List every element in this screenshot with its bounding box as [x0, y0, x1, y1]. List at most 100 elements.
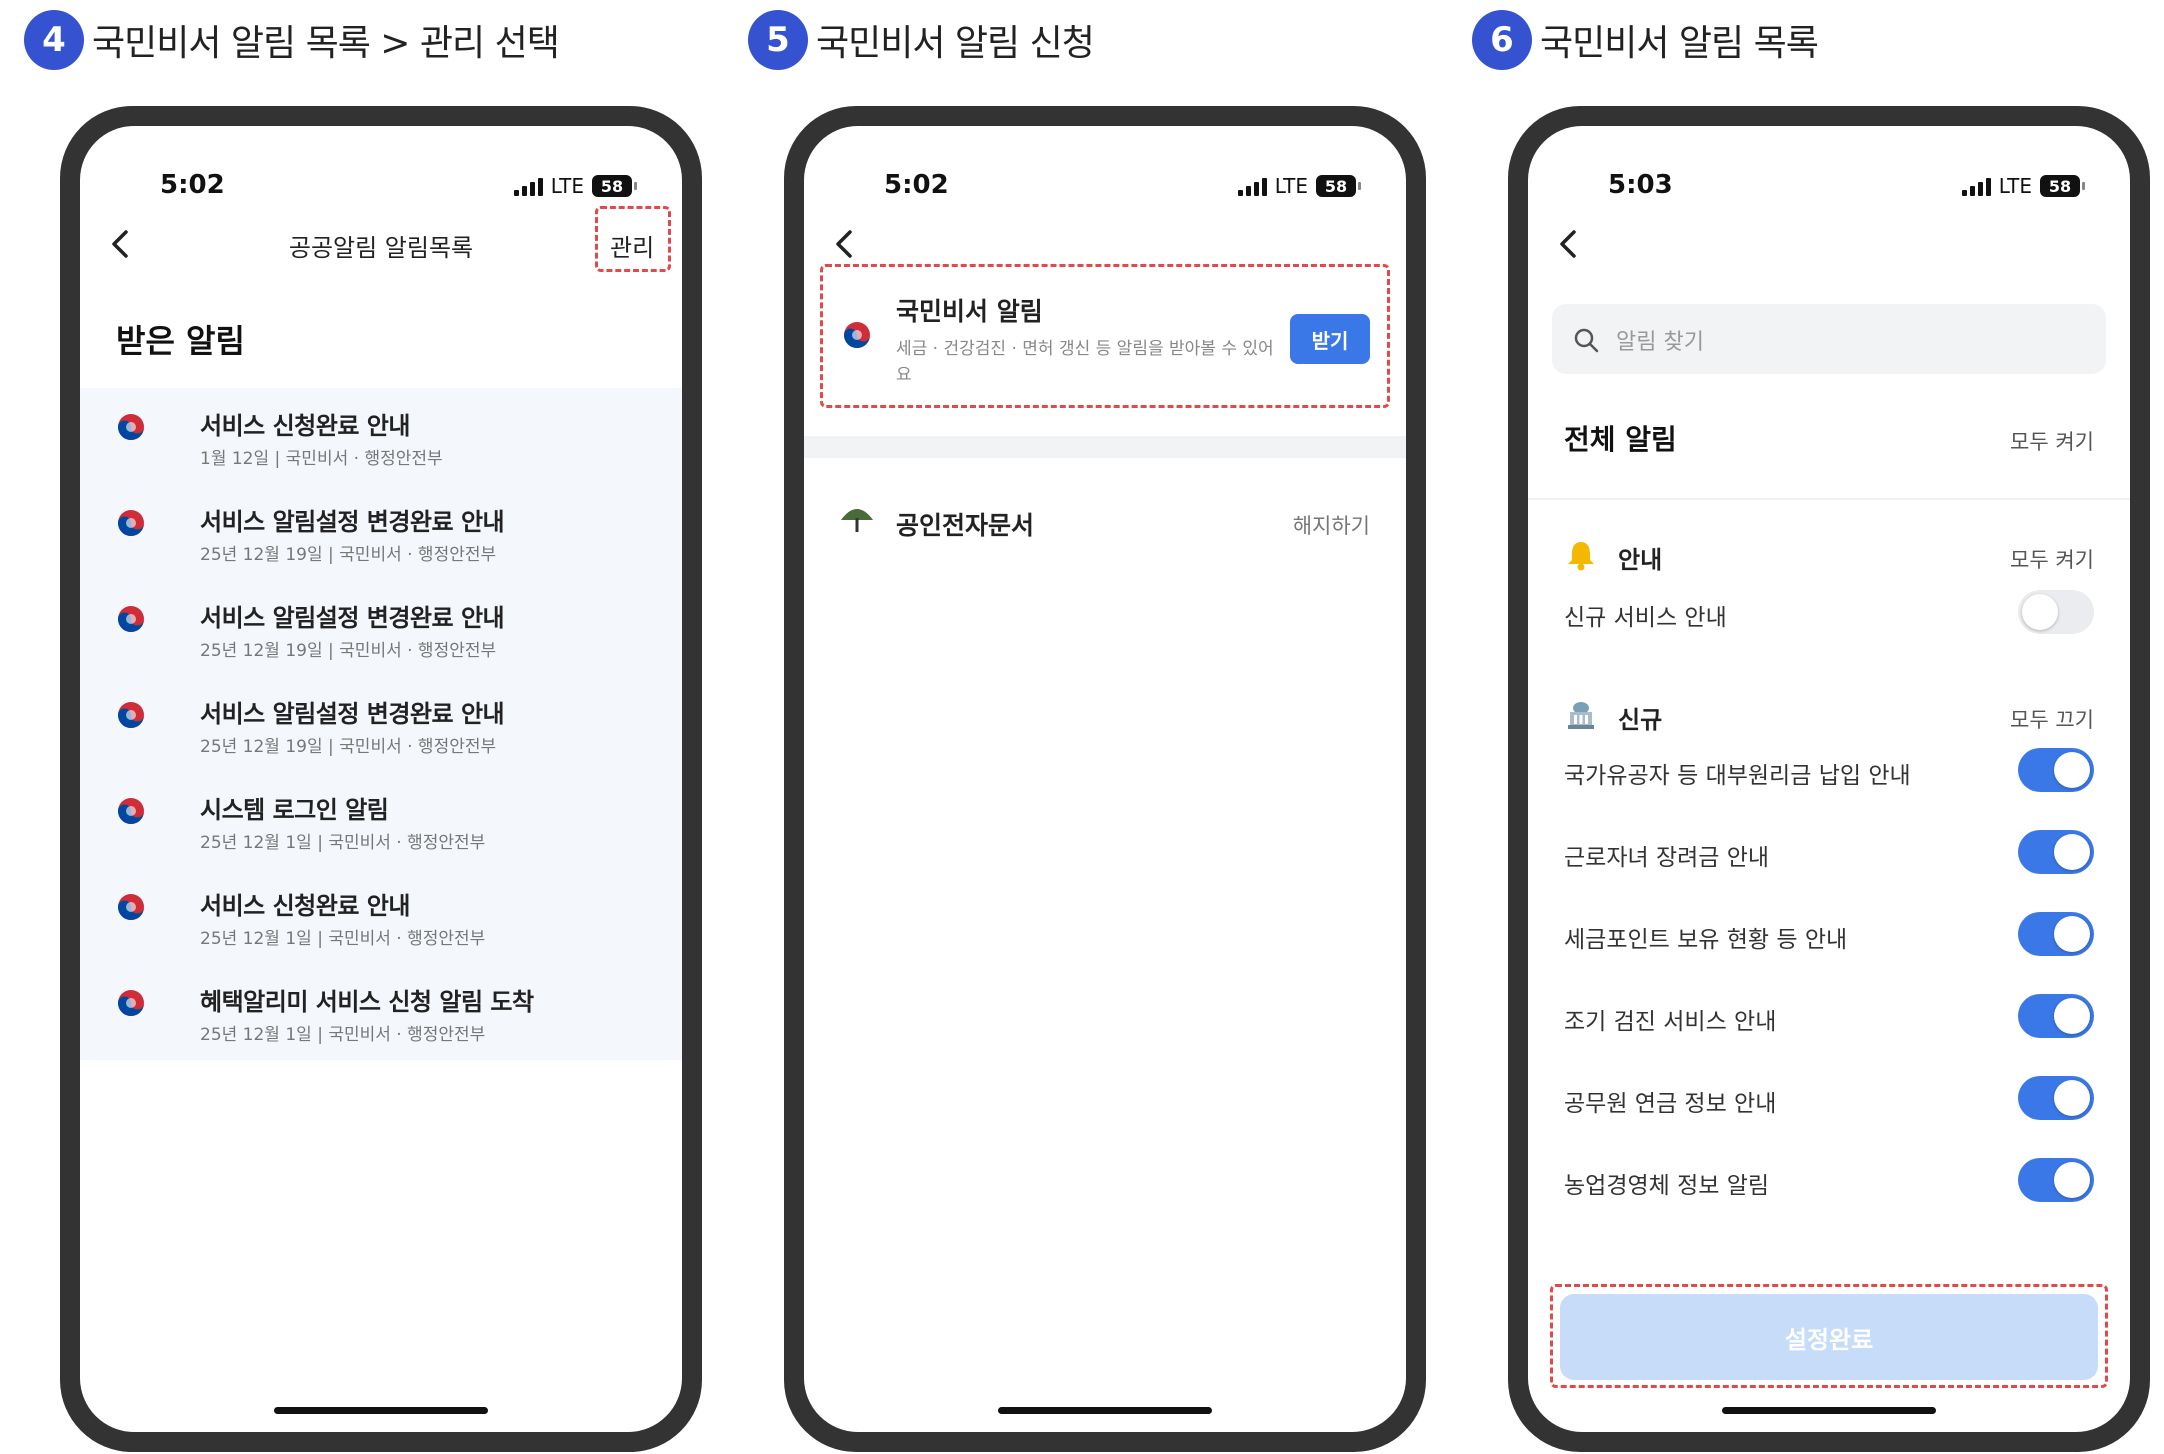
network-label: LTE: [550, 174, 584, 198]
taegeuk-icon: [118, 894, 144, 920]
list-item[interactable]: 서비스 신청완료 안내 25년 12월 1일 | 국민비서 · 행정안전부: [80, 868, 682, 964]
taegeuk-icon: [118, 606, 144, 632]
status-time: 5:02: [160, 170, 225, 200]
setting-toggle[interactable]: [2018, 1076, 2094, 1120]
setting-label: 근로자녀 장려금 안내: [1564, 845, 1770, 871]
phone-screen: 5:02 LTE 58 국민비서 알림 세금 · 건강검진 · 면허 갱신 등 …: [804, 126, 1406, 1432]
notification-meta: 25년 12월 1일 | 국민비서 · 행정안전부: [200, 833, 486, 853]
status-bar: 5:02 LTE 58: [804, 170, 1406, 206]
confirm-button[interactable]: 설정완료: [1560, 1294, 2098, 1380]
notification-meta: 25년 12월 19일 | 국민비서 · 행정안전부: [200, 737, 497, 757]
step-header-6: 6 국민비서 알림 목록: [1472, 8, 1819, 72]
search-icon: [1574, 328, 1599, 353]
setting-label: 세금포인트 보유 현황 등 안내: [1564, 927, 1848, 953]
home-indicator: [274, 1407, 488, 1414]
notification-title: 서비스 알림설정 변경완료 안내: [200, 604, 505, 632]
phone-frame-1: 5:02 LTE 58 공공알림 알림목록 관리 받은 알림 서비스 신청완료 …: [60, 106, 702, 1452]
notification-meta: 25년 12월 19일 | 국민비서 · 행정안전부: [200, 641, 497, 661]
search-input[interactable]: 알림 찾기: [1552, 304, 2106, 374]
signal-icon: [1237, 176, 1267, 196]
setting-toggle[interactable]: [2018, 590, 2094, 634]
receive-button[interactable]: 받기: [1290, 314, 1370, 364]
step-title: 국민비서 알림 목록 > 관리 선택: [92, 23, 560, 64]
home-indicator: [1722, 1407, 1936, 1414]
signal-icon: [513, 176, 543, 196]
setting-label: 신규 서비스 안내: [1564, 605, 1727, 631]
step-badge: 6: [1472, 10, 1532, 70]
notification-title: 서비스 신청완료 안내: [200, 412, 410, 440]
step-title: 국민비서 알림 신청: [816, 23, 1095, 64]
taegeuk-icon: [118, 702, 144, 728]
step-title: 국민비서 알림 목록: [1540, 23, 1819, 64]
setting-toggle[interactable]: [2018, 912, 2094, 956]
notification-title: 혜택알리미 서비스 신청 알림 도착: [200, 988, 534, 1016]
status-time: 5:02: [884, 170, 949, 200]
setting-toggle[interactable]: [2018, 1158, 2094, 1202]
setting-label: 농업경영체 정보 알림: [1564, 1173, 1770, 1199]
status-bar: 5:03 LTE 58: [1528, 170, 2130, 206]
step-header-5: 5 국민비서 알림 신청: [748, 8, 1095, 72]
network-label: LTE: [1998, 174, 2032, 198]
notification-title: 서비스 신청완료 안내: [200, 892, 410, 920]
phone-frame-3: 5:03 LTE 58 알림 찾기 전체 알림 모두 켜기 안내 모두 켜기 신…: [1508, 106, 2150, 1452]
back-chevron-icon[interactable]: [824, 224, 864, 264]
taegeuk-icon: [118, 414, 144, 440]
notification-title: 시스템 로그인 알림: [200, 796, 389, 824]
setting-label: 조기 검진 서비스 안내: [1564, 1009, 1777, 1035]
list-item[interactable]: 서비스 신청완료 안내 1월 12일 | 국민비서 · 행정안전부: [80, 388, 682, 484]
battery-icon: 58: [2040, 175, 2085, 197]
notification-list: 서비스 신청완료 안내 1월 12일 | 국민비서 · 행정안전부 서비스 알림…: [80, 388, 682, 1060]
group-title: 신규: [1618, 706, 1663, 734]
status-bar: 5:02 LTE 58: [80, 170, 682, 206]
setting-label: 국가유공자 등 대부원리금 납입 안내: [1564, 763, 1911, 789]
step-badge: 4: [24, 10, 84, 70]
group-toggle-all[interactable]: 모두 끄기: [2010, 704, 2094, 734]
network-label: LTE: [1274, 174, 1308, 198]
back-chevron-icon[interactable]: [1548, 224, 1588, 264]
home-indicator: [998, 1407, 1212, 1414]
divider: [1528, 498, 2130, 500]
list-item[interactable]: 서비스 알림설정 변경완료 안내 25년 12월 19일 | 국민비서 · 행정…: [80, 676, 682, 772]
phone-screen: 5:03 LTE 58 알림 찾기 전체 알림 모두 켜기 안내 모두 켜기 신…: [1528, 126, 2130, 1432]
setting-toggle[interactable]: [2018, 994, 2094, 1038]
umbrella-icon: [841, 509, 873, 532]
status-indicators: LTE 58: [1961, 174, 2085, 198]
service-description: 세금 · 건강검진 · 면허 갱신 등 알림을 받아볼 수 있어요: [896, 339, 1274, 385]
setting-label: 공무원 연금 정보 안내: [1564, 1091, 1777, 1117]
manage-button[interactable]: 관리: [610, 228, 654, 263]
taegeuk-icon: [118, 990, 144, 1016]
setting-toggle[interactable]: [2018, 748, 2094, 792]
nav-title: 공공알림 알림목록: [288, 234, 474, 262]
list-item[interactable]: 혜택알리미 서비스 신청 알림 도착 25년 12월 1일 | 국민비서 · 행…: [80, 964, 682, 1060]
notification-title: 서비스 알림설정 변경완료 안내: [200, 508, 505, 536]
notification-title: 서비스 알림설정 변경완료 안내: [200, 700, 505, 728]
government-building-icon: [1568, 702, 1594, 729]
search-placeholder: 알림 찾기: [1616, 330, 1704, 355]
setting-toggle[interactable]: [2018, 830, 2094, 874]
status-time: 5:03: [1608, 170, 1673, 200]
section-divider: [804, 436, 1406, 458]
phone-screen: 5:02 LTE 58 공공알림 알림목록 관리 받은 알림 서비스 신청완료 …: [80, 126, 682, 1432]
signal-icon: [1961, 176, 1991, 196]
taegeuk-icon: [844, 322, 870, 348]
step-badge: 5: [748, 10, 808, 70]
list-item[interactable]: 서비스 알림설정 변경완료 안내 25년 12월 19일 | 국민비서 · 행정…: [80, 580, 682, 676]
status-indicators: LTE 58: [513, 174, 637, 198]
cert-title: 공인전자문서: [896, 511, 1035, 540]
service-title: 국민비서 알림: [896, 297, 1043, 326]
list-item[interactable]: 시스템 로그인 알림 25년 12월 1일 | 국민비서 · 행정안전부: [80, 772, 682, 868]
group-toggle-all[interactable]: 모두 켜기: [2010, 544, 2094, 574]
status-indicators: LTE 58: [1237, 174, 1361, 198]
all-on-button[interactable]: 모두 켜기: [2010, 426, 2094, 456]
group-title: 안내: [1618, 546, 1663, 574]
notification-meta: 25년 12월 1일 | 국민비서 · 행정안전부: [200, 1025, 486, 1045]
notification-meta: 1월 12일 | 국민비서 · 행정안전부: [200, 449, 443, 469]
service-info: 국민비서 알림 세금 · 건강검진 · 면허 갱신 등 알림을 받아볼 수 있어…: [896, 292, 1276, 388]
taegeuk-icon: [118, 798, 144, 824]
notification-meta: 25년 12월 1일 | 국민비서 · 행정안전부: [200, 929, 486, 949]
phone-frame-2: 5:02 LTE 58 국민비서 알림 세금 · 건강검진 · 면허 갱신 등 …: [784, 106, 1426, 1452]
taegeuk-icon: [118, 510, 144, 536]
unsubscribe-link[interactable]: 해지하기: [1293, 510, 1370, 540]
section-title: 받은 알림: [116, 322, 245, 360]
list-item[interactable]: 서비스 알림설정 변경완료 안내 25년 12월 19일 | 국민비서 · 행정…: [80, 484, 682, 580]
